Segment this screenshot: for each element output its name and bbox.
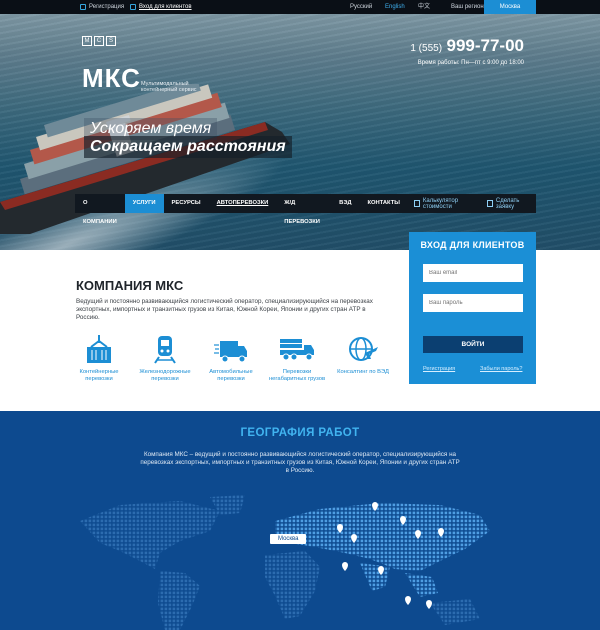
phone-number[interactable]: 999-77-00 [446, 36, 524, 55]
container-icon [87, 335, 111, 363]
geography-text: Компания МКС – ведущий и постоянно разви… [140, 451, 460, 474]
region-label: Ваш регион [451, 4, 484, 10]
world-map [80, 495, 490, 630]
phone-prefix: 1 (555) [410, 43, 443, 54]
service-oversize[interactable]: Перевозки негабаритных грузов [264, 333, 330, 383]
nav-about[interactable]: О компании [75, 194, 125, 225]
logo-name: МКС [82, 63, 141, 93]
nav-resources[interactable]: Ресурсы [164, 194, 209, 213]
logo-tagline: Мультимодальный контейнерный сервис [141, 81, 197, 93]
about-text: Ведущий и постоянно развивающийся логист… [76, 298, 373, 321]
lock-icon [130, 4, 136, 10]
service-consulting[interactable]: Консалтинг по ВЭД [330, 333, 396, 383]
order-link[interactable]: Сделать заявку [481, 198, 536, 210]
service-container[interactable]: Контейнерные перевозки [66, 333, 132, 383]
nav-services[interactable]: Услуги [124, 194, 164, 213]
train-icon [154, 336, 176, 364]
user-icon [80, 4, 86, 10]
lang-en[interactable]: English [385, 0, 405, 14]
nav-rail[interactable]: Ж/д перевозки [276, 194, 331, 225]
password-field[interactable] [423, 294, 523, 312]
nav-contacts[interactable]: Контакты [359, 194, 408, 213]
calculator-icon [413, 200, 420, 207]
map-pin-icon [426, 600, 432, 609]
oversize-truck-icon [280, 339, 314, 361]
top-bar: Регистрация Вход для клиентов Русский En… [0, 0, 600, 14]
register-link-panel[interactable]: Регистрация [423, 366, 455, 372]
working-hours: Время работы: Пн—пт с 9:00 до 18:00 [417, 60, 524, 66]
truck-icon [214, 341, 247, 363]
service-rail[interactable]: Железнодорожные перевозки [132, 333, 198, 383]
about-title: КОМПАНИЯ МКС [76, 278, 184, 293]
globe-plane-icon [349, 337, 378, 361]
logo-mark: M C S [82, 36, 116, 46]
register-link[interactable]: Регистрация [80, 0, 124, 14]
email-field[interactable] [423, 264, 523, 282]
site-logo[interactable]: M C S МКС Мультимодальный контейнерный с… [82, 36, 197, 93]
city-label-moscow[interactable]: Москва [270, 534, 307, 544]
phone-block: 1 (555) 999-77-00 Время работы: Пн—пт с … [410, 36, 524, 66]
geography-section: ГЕОГРАФИЯ РАБОТ Компания МКС – ведущий и… [0, 411, 600, 630]
nav-auto[interactable]: Автоперевозки [209, 194, 277, 213]
geography-title: ГЕОГРАФИЯ РАБОТ [240, 427, 360, 439]
client-login-panel: ВХОД ДЛЯ КЛИЕНТОВ ВОЙТИ Регистрация Забы… [409, 232, 536, 384]
lang-cn[interactable]: 中文 [418, 0, 430, 14]
map-pin-icon [405, 596, 411, 605]
nav-ved[interactable]: ВЭД [331, 194, 359, 213]
calculator-link[interactable]: Калькулятор стоимости [408, 198, 481, 210]
client-login-link[interactable]: Вход для клиентов [130, 0, 192, 14]
region-city-select[interactable]: Москва [484, 0, 536, 14]
forgot-password-link[interactable]: Забыли пароль? [480, 366, 522, 372]
map-pin-icon [342, 562, 348, 571]
login-button[interactable]: ВОЙТИ [423, 336, 523, 353]
document-icon [486, 200, 493, 207]
service-auto[interactable]: Автомобильные перевозки [198, 333, 264, 383]
services-list: Контейнерные перевозки Железнодорожные п… [66, 333, 396, 383]
login-title: ВХОД ДЛЯ КЛИЕНТОВ [420, 240, 525, 250]
slogan-line-2: Сокращаем расстояния [84, 136, 292, 158]
lang-ru[interactable]: Русский [350, 0, 372, 14]
main-nav: О компании Услуги Ресурсы Автоперевозки … [75, 194, 536, 225]
